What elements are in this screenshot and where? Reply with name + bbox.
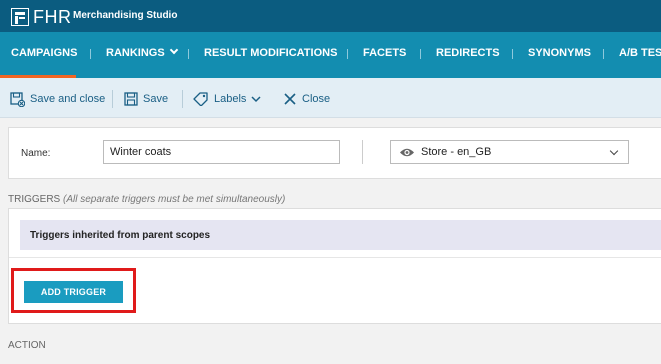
save-close-icon xyxy=(10,91,25,107)
nav-item-synonyms[interactable]: SYNONYMS xyxy=(528,47,591,59)
triggers-note: (All separate triggers must be met simul… xyxy=(63,194,286,205)
action-section-title: ACTION xyxy=(8,340,46,351)
labels-dropdown-button[interactable]: Labels xyxy=(193,91,266,107)
labels-label: Labels xyxy=(214,93,247,105)
name-label: Name: xyxy=(21,148,51,159)
app-title: Merchandising Studio xyxy=(73,10,178,21)
save-label: Save xyxy=(143,93,169,105)
nav-divider xyxy=(347,49,348,59)
panel-divider xyxy=(362,140,363,164)
save-button[interactable]: Save xyxy=(124,91,168,107)
scope-select[interactable]: Store - en_GB xyxy=(390,140,629,164)
nav-divider xyxy=(603,49,604,59)
nav-item-campaigns[interactable]: CAMPAIGNS xyxy=(11,47,77,59)
save-and-close-label: Save and close xyxy=(30,93,106,105)
nav-item-rankings[interactable]: RANKINGS xyxy=(106,45,178,59)
toolbar: Save and close Save Labels Close xyxy=(0,78,661,118)
inherited-triggers-label: Triggers inherited from parent scopes xyxy=(30,230,211,241)
fhr-logo-icon xyxy=(11,8,29,26)
nav-item-rankings-label: RANKINGS xyxy=(106,47,165,59)
close-button[interactable]: Close xyxy=(283,91,330,107)
add-trigger-button[interactable]: ADD TRIGGER xyxy=(24,281,123,303)
name-input[interactable] xyxy=(103,140,340,164)
highlight-box: ADD TRIGGER xyxy=(11,268,136,313)
toolbar-divider xyxy=(112,90,113,108)
tag-icon xyxy=(193,92,208,106)
panel-divider xyxy=(9,257,661,258)
brand-name: FHR xyxy=(33,7,72,27)
eye-icon xyxy=(400,148,414,156)
nav-divider xyxy=(512,49,513,59)
nav-item-ab-tests[interactable]: A/B TES xyxy=(619,47,661,59)
chevron-down-icon xyxy=(169,45,178,55)
chevron-down-icon xyxy=(251,96,261,103)
nav-item-result-modifications[interactable]: RESULT MODIFICATIONS xyxy=(204,47,337,59)
nav-item-facets[interactable]: FACETS xyxy=(363,47,406,59)
close-icon xyxy=(284,93,296,105)
chevron-down-icon xyxy=(609,146,619,156)
nav-item-redirects[interactable]: REDIRECTS xyxy=(436,47,500,59)
close-label: Close xyxy=(302,93,331,105)
toolbar-divider xyxy=(182,90,183,108)
scope-value: Store - en_GB xyxy=(421,146,492,158)
nav-divider xyxy=(420,49,421,59)
nav-divider xyxy=(90,49,91,59)
campaign-details-panel: Name: Store - en_GB xyxy=(8,127,661,179)
save-icon xyxy=(124,92,138,106)
top-bar: FHR Merchandising Studio xyxy=(0,0,661,32)
nav-divider xyxy=(188,49,189,59)
inherited-triggers-header[interactable]: Triggers inherited from parent scopes xyxy=(20,220,661,250)
save-and-close-button[interactable]: Save and close xyxy=(10,91,105,107)
triggers-panel: Triggers inherited from parent scopes AD… xyxy=(8,208,661,324)
triggers-title: TRIGGERS xyxy=(8,194,61,205)
main-nav: CAMPAIGNS RANKINGS RESULT MODIFICATIONS … xyxy=(0,32,661,78)
triggers-section-title: TRIGGERS (All separate triggers must be … xyxy=(8,194,285,205)
